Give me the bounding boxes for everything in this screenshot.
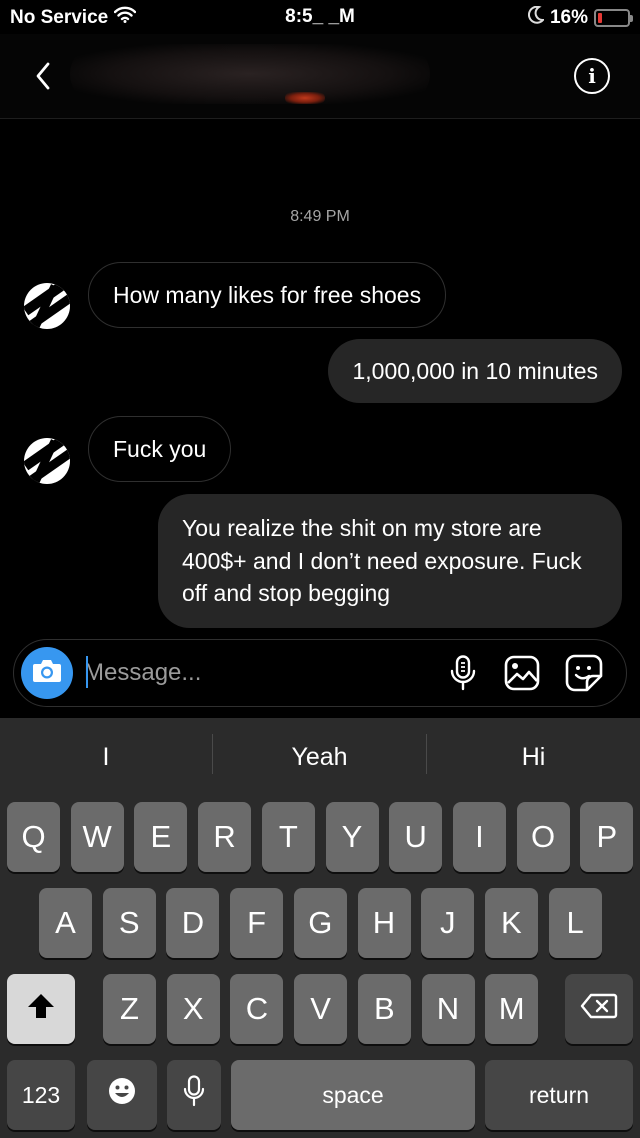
key-y[interactable]: Y — [325, 802, 379, 872]
suggestion-2[interactable]: Yeah — [213, 718, 426, 796]
numbers-key[interactable]: 123 — [7, 1060, 75, 1130]
key-e[interactable]: E — [134, 802, 188, 872]
key-r[interactable]: R — [198, 802, 252, 872]
message-timestamp: 8:49 PM — [290, 208, 350, 225]
key-a[interactable]: A — [39, 888, 92, 958]
microphone-icon[interactable] — [444, 654, 482, 692]
key-n[interactable]: N — [421, 974, 475, 1044]
battery-fill — [598, 13, 602, 23]
key-d[interactable]: D — [166, 888, 220, 958]
sticker-icon[interactable] — [565, 654, 603, 692]
dictation-key[interactable] — [167, 1060, 221, 1130]
shift-key[interactable] — [7, 974, 75, 1044]
message-input[interactable] — [84, 654, 424, 692]
dictation-icon — [183, 1075, 205, 1115]
key-h[interactable]: H — [357, 888, 411, 958]
status-right: 16% — [528, 5, 633, 30]
key-o[interactable]: O — [516, 802, 570, 872]
key-p[interactable]: P — [580, 802, 634, 872]
key-j[interactable]: J — [421, 888, 475, 958]
info-icon[interactable]: i — [574, 58, 610, 94]
backspace-key[interactable] — [565, 974, 633, 1044]
space-key[interactable]: space — [231, 1060, 475, 1130]
outgoing-message[interactable]: You realize the shit on my store are 400… — [158, 494, 622, 628]
gallery-icon[interactable] — [503, 654, 541, 692]
battery-percent: 16% — [549, 7, 588, 28]
key-g[interactable]: G — [293, 888, 347, 958]
camera-button[interactable] — [21, 647, 73, 699]
key-w[interactable]: W — [70, 802, 124, 872]
key-k[interactable]: K — [484, 888, 538, 958]
return-key[interactable]: return — [485, 1060, 633, 1130]
info-glyph: i — [588, 64, 596, 88]
key-c[interactable]: C — [230, 974, 284, 1044]
key-m[interactable]: M — [485, 974, 539, 1044]
conversation-header: i — [0, 34, 640, 119]
backspace-icon — [580, 991, 618, 1027]
suggestion-3[interactable]: Hi — [427, 718, 640, 796]
shift-icon — [27, 991, 55, 1027]
emoji-icon — [107, 1076, 137, 1114]
emoji-key[interactable] — [87, 1060, 157, 1130]
status-bar: No Service 8:5_ _M 16% — [0, 0, 640, 34]
key-u[interactable]: U — [389, 802, 443, 872]
key-t[interactable]: T — [261, 802, 315, 872]
moon-icon — [528, 5, 546, 30]
key-v[interactable]: V — [294, 974, 348, 1044]
avatar[interactable] — [24, 283, 70, 329]
battery-icon — [594, 9, 633, 27]
outgoing-message[interactable]: 1,000,000 in 10 minutes — [328, 339, 622, 403]
incoming-message[interactable]: How many likes for free shoes — [88, 262, 447, 328]
key-q[interactable]: Q — [7, 802, 60, 872]
key-i[interactable]: I — [452, 802, 506, 872]
camera-icon — [32, 658, 62, 689]
message-composer — [13, 639, 627, 707]
key-f[interactable]: F — [230, 888, 284, 958]
avatar[interactable] — [24, 438, 70, 484]
key-b[interactable]: B — [357, 974, 411, 1044]
key-z[interactable]: Z — [103, 974, 156, 1044]
text-caret — [86, 656, 88, 688]
chevron-left-icon[interactable] — [28, 60, 60, 92]
key-s[interactable]: S — [102, 888, 156, 958]
keyboard: I Yeah Hi QWERTYUIOP ASDFGHJKL ZXCVBNM 1… — [0, 718, 640, 1138]
incoming-message[interactable]: Fuck you — [88, 416, 232, 482]
suggestion-bar: I Yeah Hi — [0, 718, 640, 796]
redacted-profile — [70, 44, 430, 104]
suggestion-1[interactable]: I — [0, 718, 212, 796]
key-x[interactable]: X — [166, 974, 220, 1044]
key-l[interactable]: L — [548, 888, 602, 958]
